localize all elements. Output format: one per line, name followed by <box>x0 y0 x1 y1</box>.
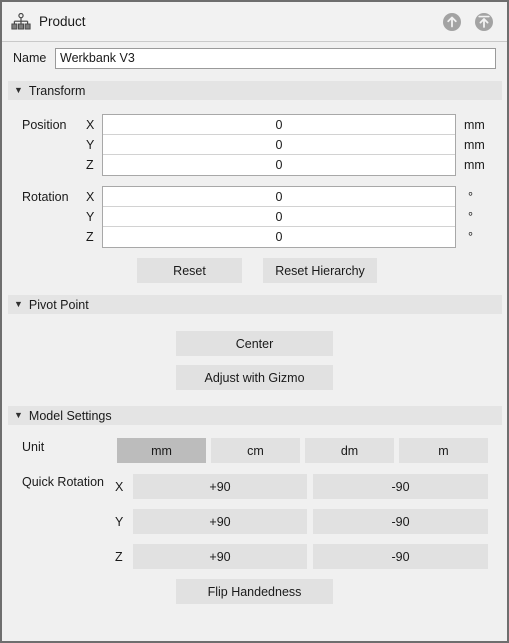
unit-button-cm[interactable]: cm <box>211 438 300 463</box>
rotation-z-unit: ° <box>468 230 473 244</box>
position-field-group: 0 0 0 <box>102 114 456 176</box>
position-y-unit: mm <box>464 138 485 152</box>
rotation-y-unit: ° <box>468 210 473 224</box>
pivot-adjust-with-gizmo-button[interactable]: Adjust with Gizmo <box>176 365 333 390</box>
reset-button[interactable]: Reset <box>137 258 242 283</box>
position-y-input[interactable]: 0 <box>103 135 455 155</box>
quick-rotation-z-minus-button[interactable]: -90 <box>313 544 488 569</box>
unit-button-mm[interactable]: mm <box>117 438 206 463</box>
quick-rotation-label: Quick Rotation <box>22 475 104 489</box>
hierarchy-icon <box>11 12 31 31</box>
quick-rotation-axis-z-label: Z <box>115 550 123 564</box>
flip-handedness-button[interactable]: Flip Handedness <box>176 579 333 604</box>
page-title: Product <box>39 14 86 29</box>
unit-button-dm[interactable]: dm <box>305 438 394 463</box>
quick-rotation-x-minus-button[interactable]: -90 <box>313 474 488 499</box>
position-axis-y-label: Y <box>86 138 95 152</box>
name-label: Name <box>13 51 47 65</box>
product-properties-panel: Product Name ▼ Transform Position X Y Z … <box>0 0 509 643</box>
unit-button-m[interactable]: m <box>399 438 488 463</box>
chevron-down-icon: ▼ <box>14 299 23 309</box>
quick-rotation-y-plus-button[interactable]: +90 <box>133 509 307 534</box>
name-row: Name <box>2 43 507 73</box>
rotation-label: Rotation <box>22 190 69 204</box>
section-header-model-settings[interactable]: ▼ Model Settings <box>8 406 502 425</box>
rotation-x-input[interactable]: 0 <box>103 187 455 207</box>
chevron-down-icon: ▼ <box>14 85 23 95</box>
section-header-pivot-point[interactable]: ▼ Pivot Point <box>8 295 502 314</box>
arrow-up-to-top-circle-icon[interactable] <box>473 11 495 33</box>
quick-rotation-z-plus-button[interactable]: +90 <box>133 544 307 569</box>
quick-rotation-axis-x-label: X <box>115 480 124 494</box>
unit-label: Unit <box>22 440 45 454</box>
quick-rotation-axis-y-label: Y <box>115 515 124 529</box>
position-x-input[interactable]: 0 <box>103 115 455 135</box>
rotation-z-input[interactable]: 0 <box>103 227 455 247</box>
pivot-center-button[interactable]: Center <box>176 331 333 356</box>
rotation-y-input[interactable]: 0 <box>103 207 455 227</box>
rotation-field-group: 0 0 0 <box>102 186 456 248</box>
position-x-unit: mm <box>464 118 485 132</box>
quick-rotation-x-plus-button[interactable]: +90 <box>133 474 307 499</box>
position-z-unit: mm <box>464 158 485 172</box>
position-axis-x-label: X <box>86 118 95 132</box>
position-label: Position <box>22 118 67 132</box>
rotation-x-unit: ° <box>468 190 473 204</box>
rotation-axis-z-label: Z <box>86 230 94 244</box>
rotation-axis-x-label: X <box>86 190 95 204</box>
panel-header: Product <box>2 2 507 42</box>
position-axis-z-label: Z <box>86 158 94 172</box>
rotation-axis-y-label: Y <box>86 210 95 224</box>
section-title-pivot-point: Pivot Point <box>28 297 89 312</box>
section-title-model-settings: Model Settings <box>28 408 112 423</box>
section-title-transform: Transform <box>28 83 86 98</box>
arrow-up-circle-icon[interactable] <box>441 11 463 33</box>
reset-hierarchy-button[interactable]: Reset Hierarchy <box>263 258 377 283</box>
chevron-down-icon: ▼ <box>14 410 23 420</box>
position-z-input[interactable]: 0 <box>103 155 455 175</box>
name-input[interactable] <box>55 47 496 69</box>
section-header-transform[interactable]: ▼ Transform <box>8 81 502 100</box>
quick-rotation-y-minus-button[interactable]: -90 <box>313 509 488 534</box>
